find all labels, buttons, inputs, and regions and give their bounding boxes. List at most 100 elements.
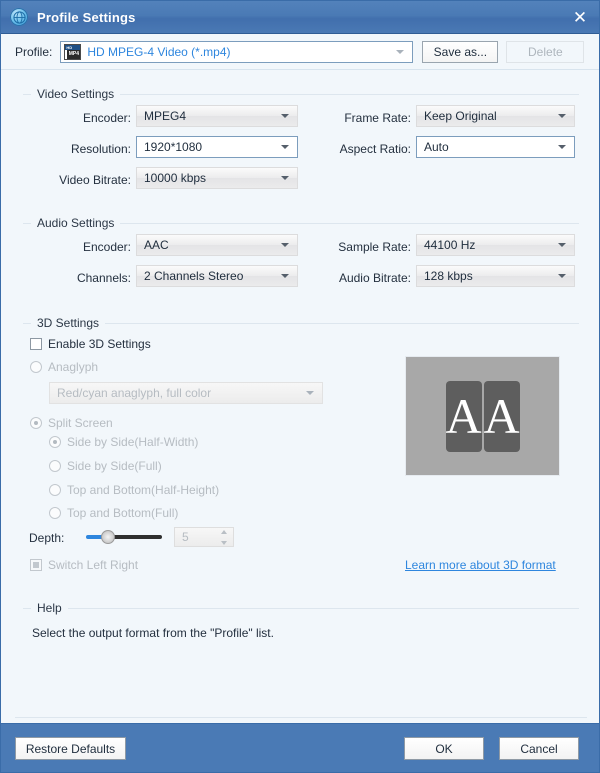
video-settings-title: Video Settings bbox=[31, 87, 120, 101]
frame-rate-value: Keep Original bbox=[424, 109, 497, 123]
help-title: Help bbox=[31, 601, 68, 615]
title-bar: Profile Settings ✕ bbox=[1, 1, 600, 34]
close-icon[interactable]: ✕ bbox=[567, 5, 593, 29]
audio-encoder-select[interactable]: AAC bbox=[136, 234, 298, 256]
radio-icon[interactable] bbox=[49, 460, 61, 472]
stepper-arrows-icon[interactable] bbox=[220, 530, 228, 545]
switch-left-right-row[interactable]: Switch Left Right bbox=[30, 558, 138, 572]
channels-select[interactable]: 2 Channels Stereo bbox=[136, 265, 298, 287]
checkbox-icon[interactable] bbox=[30, 559, 42, 571]
radio-icon[interactable] bbox=[49, 484, 61, 496]
mp4-format-icon: HD MP4 bbox=[64, 44, 81, 60]
video-encoder-label: Encoder: bbox=[41, 111, 131, 125]
switch-left-right-label: Switch Left Right bbox=[48, 558, 138, 572]
split-option-side-by-side-full-row[interactable]: Side by Side(Full) bbox=[49, 459, 162, 473]
chevron-down-icon bbox=[281, 274, 289, 278]
footer-divider bbox=[15, 717, 587, 718]
chevron-down-icon bbox=[558, 274, 566, 278]
split-option-label: Side by Side(Full) bbox=[67, 459, 162, 473]
audio-bitrate-label: Audio Bitrate: bbox=[311, 271, 411, 285]
depth-value: 5 bbox=[182, 530, 189, 544]
aspect-ratio-label: Aspect Ratio: bbox=[319, 142, 411, 156]
video-encoder-select[interactable]: MPEG4 bbox=[136, 105, 298, 127]
split-option-label: Top and Bottom(Full) bbox=[67, 506, 178, 520]
chevron-down-icon bbox=[558, 145, 566, 149]
split-screen-label: Split Screen bbox=[48, 416, 113, 430]
radio-icon[interactable] bbox=[30, 361, 42, 373]
three-d-settings-rule bbox=[23, 323, 579, 324]
anaglyph-type-value: Red/cyan anaglyph, full color bbox=[57, 386, 211, 400]
audio-settings-title: Audio Settings bbox=[31, 216, 120, 230]
split-option-side-by-side-half-row[interactable]: Side by Side(Half-Width) bbox=[49, 435, 198, 449]
learn-more-3d-link[interactable]: Learn more about 3D format bbox=[405, 558, 556, 572]
three-d-settings-title: 3D Settings bbox=[31, 316, 105, 330]
resolution-select[interactable]: 1920*1080 bbox=[136, 136, 298, 158]
sample-rate-value: 44100 Hz bbox=[424, 238, 475, 252]
aspect-ratio-value: Auto bbox=[424, 140, 449, 154]
depth-stepper[interactable]: 5 bbox=[174, 527, 234, 547]
ok-button[interactable]: OK bbox=[404, 737, 484, 760]
frame-rate-select[interactable]: Keep Original bbox=[416, 105, 575, 127]
help-text: Select the output format from the "Profi… bbox=[32, 626, 274, 640]
radio-icon[interactable] bbox=[49, 436, 61, 448]
chevron-down-icon bbox=[281, 176, 289, 180]
depth-slider-handle[interactable] bbox=[101, 530, 115, 544]
radio-icon[interactable] bbox=[30, 417, 42, 429]
anaglyph-label: Anaglyph bbox=[48, 360, 98, 374]
preview-pane-left: A bbox=[446, 381, 482, 452]
channels-label: Channels: bbox=[41, 271, 131, 285]
profile-bar: Profile: HD MP4 HD MPEG-4 Video (*.mp4) … bbox=[1, 34, 600, 70]
sample-rate-select[interactable]: 44100 Hz bbox=[416, 234, 575, 256]
split-option-label: Side by Side(Half-Width) bbox=[67, 435, 198, 449]
window-title: Profile Settings bbox=[37, 10, 136, 25]
three-d-preview: A A bbox=[405, 356, 560, 476]
chevron-down-icon bbox=[306, 391, 314, 395]
resolution-label: Resolution: bbox=[41, 142, 131, 156]
delete-button[interactable]: Delete bbox=[506, 41, 584, 63]
preview-pane-right: A bbox=[484, 381, 520, 452]
save-as-button[interactable]: Save as... bbox=[422, 41, 498, 63]
footer-bar: Restore Defaults OK Cancel bbox=[1, 723, 600, 772]
checkbox-icon[interactable] bbox=[30, 338, 42, 350]
profile-label: Profile: bbox=[15, 45, 52, 59]
split-option-label: Top and Bottom(Half-Height) bbox=[67, 483, 219, 497]
profile-select[interactable]: HD MP4 HD MPEG-4 Video (*.mp4) bbox=[60, 41, 413, 63]
restore-defaults-button[interactable]: Restore Defaults bbox=[15, 737, 126, 760]
chevron-down-icon bbox=[558, 114, 566, 118]
video-bitrate-label: Video Bitrate: bbox=[31, 173, 131, 187]
aspect-ratio-select[interactable]: Auto bbox=[416, 136, 575, 158]
audio-bitrate-select[interactable]: 128 kbps bbox=[416, 265, 575, 287]
profile-select-value: HD MPEG-4 Video (*.mp4) bbox=[87, 45, 230, 59]
video-bitrate-value: 10000 kbps bbox=[144, 171, 206, 185]
enable-3d-label: Enable 3D Settings bbox=[48, 337, 151, 351]
chevron-down-icon bbox=[281, 145, 289, 149]
audio-encoder-value: AAC bbox=[144, 238, 169, 252]
depth-slider[interactable] bbox=[86, 529, 162, 545]
channels-value: 2 Channels Stereo bbox=[144, 269, 243, 283]
chevron-down-icon bbox=[281, 114, 289, 118]
split-screen-radio-row[interactable]: Split Screen bbox=[30, 416, 113, 430]
video-bitrate-select[interactable]: 10000 kbps bbox=[136, 167, 298, 189]
audio-encoder-label: Encoder: bbox=[41, 240, 131, 254]
split-option-top-bottom-half-row[interactable]: Top and Bottom(Half-Height) bbox=[49, 483, 219, 497]
audio-bitrate-value: 128 kbps bbox=[424, 269, 473, 283]
radio-icon[interactable] bbox=[49, 507, 61, 519]
video-encoder-value: MPEG4 bbox=[144, 109, 186, 123]
anaglyph-radio-row[interactable]: Anaglyph bbox=[30, 360, 98, 374]
cancel-button[interactable]: Cancel bbox=[499, 737, 579, 760]
chevron-down-icon bbox=[396, 50, 404, 54]
depth-slider-track bbox=[108, 535, 162, 539]
split-option-top-bottom-full-row[interactable]: Top and Bottom(Full) bbox=[49, 506, 178, 520]
profile-settings-dialog: Profile Settings ✕ Profile: HD MP4 HD MP… bbox=[0, 0, 600, 773]
help-rule bbox=[23, 608, 579, 609]
sample-rate-label: Sample Rate: bbox=[311, 240, 411, 254]
chevron-down-icon bbox=[281, 243, 289, 247]
enable-3d-checkbox-row[interactable]: Enable 3D Settings bbox=[30, 337, 151, 351]
chevron-down-icon bbox=[558, 243, 566, 247]
depth-label: Depth: bbox=[29, 531, 75, 545]
format-icon-mp4-text: MP4 bbox=[67, 50, 80, 59]
anaglyph-type-select[interactable]: Red/cyan anaglyph, full color bbox=[49, 382, 323, 404]
resolution-value: 1920*1080 bbox=[144, 140, 202, 154]
frame-rate-label: Frame Rate: bbox=[319, 111, 411, 125]
globe-icon bbox=[10, 8, 28, 26]
